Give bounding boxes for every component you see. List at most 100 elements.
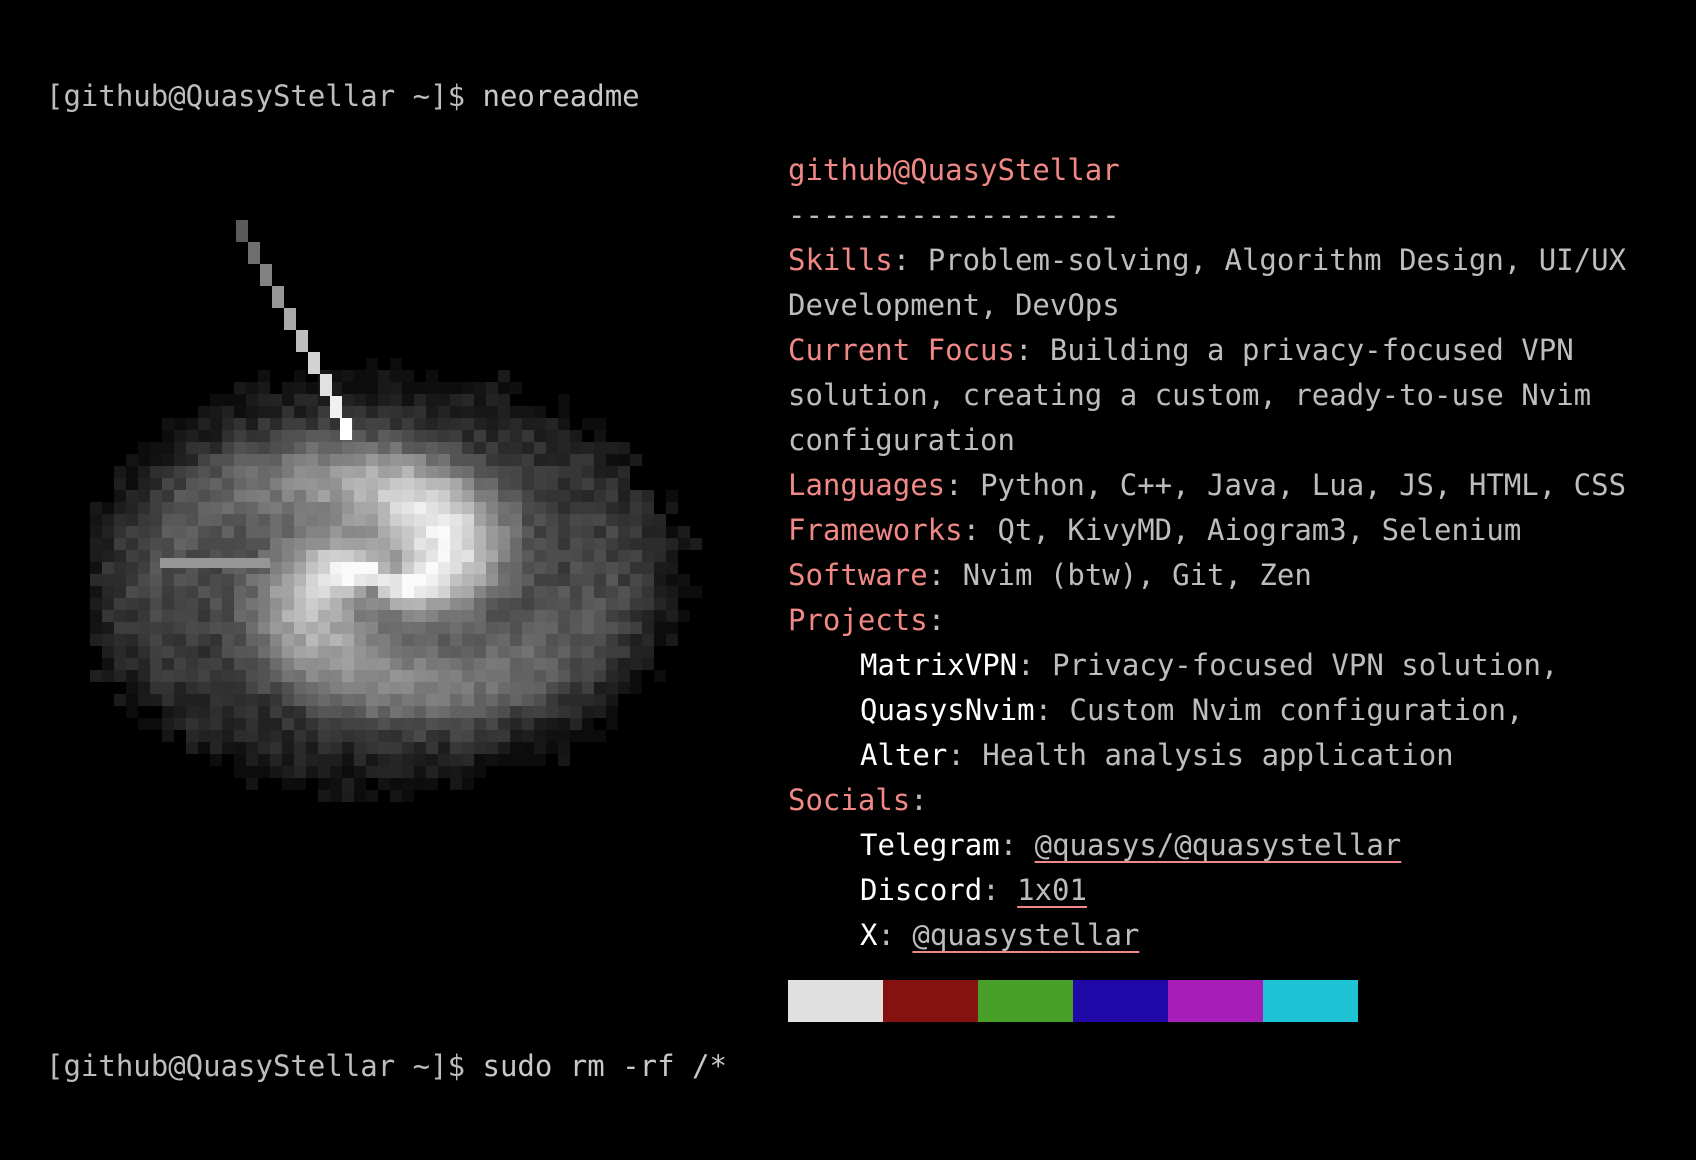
art-pixel [642, 514, 654, 526]
art-pixel [282, 538, 294, 550]
art-pixel [102, 634, 114, 646]
art-pixel [222, 538, 234, 550]
art-pixel [198, 694, 210, 706]
art-pixel [534, 586, 546, 598]
art-pixel [450, 670, 462, 682]
art-pixel [366, 610, 378, 622]
art-pixel [402, 682, 414, 694]
art-pixel [258, 370, 270, 382]
art-pixel [438, 514, 450, 526]
art-pixel [414, 502, 426, 514]
social-name: Discord [860, 873, 983, 907]
art-pixel [234, 634, 246, 646]
art-pixel [402, 754, 414, 766]
art-pixel [282, 502, 294, 514]
art-pixel [246, 478, 258, 490]
art-pixel [186, 574, 198, 586]
art-pixel [186, 718, 198, 730]
art-pixel [282, 694, 294, 706]
art-pixel [558, 694, 570, 706]
art-pixel [342, 730, 354, 742]
art-pixel [246, 394, 258, 406]
art-pixel [414, 766, 426, 778]
art-pixel [342, 466, 354, 478]
art-pixel [174, 466, 186, 478]
art-pixel [486, 394, 498, 406]
art-pixel [102, 670, 114, 682]
art-pixel [318, 622, 330, 634]
art-pixel [90, 670, 102, 682]
art-pixel [582, 598, 594, 610]
art-pixel [234, 658, 246, 670]
art-pixel [558, 550, 570, 562]
separator-line: ------------------- [788, 198, 1120, 232]
art-pixel [510, 706, 522, 718]
art-pixel [390, 394, 402, 406]
art-pixel [378, 754, 390, 766]
art-pixel [318, 778, 330, 790]
art-pixel [570, 454, 582, 466]
art-pixel [606, 502, 618, 514]
art-pixel [402, 370, 414, 382]
art-pixel [102, 586, 114, 598]
art-pixel [342, 538, 354, 550]
art-pixel [594, 694, 606, 706]
art-pixel [126, 658, 138, 670]
art-pixel [162, 454, 174, 466]
art-pixel [114, 538, 126, 550]
art-pixel [474, 742, 486, 754]
art-pixel [630, 658, 642, 670]
art-pixel [354, 706, 366, 718]
art-pixel [510, 610, 522, 622]
art-pixel [342, 370, 354, 382]
art-pixel [90, 514, 102, 526]
art-pixel [486, 634, 498, 646]
art-pixel [294, 694, 306, 706]
art-pixel [198, 682, 210, 694]
art-pixel [90, 634, 102, 646]
art-pixel [414, 490, 426, 502]
art-pixel [486, 538, 498, 550]
art-pixel [594, 706, 606, 718]
art-pixel [450, 574, 462, 586]
art-pixel [570, 466, 582, 478]
art-pixel [450, 754, 462, 766]
art-pixel [354, 418, 366, 430]
art-pixel [462, 418, 474, 430]
art-pixel [282, 526, 294, 538]
art-pixel [174, 586, 186, 598]
art-pixel [426, 538, 438, 550]
art-pixel [618, 490, 630, 502]
x-link[interactable]: @quasystellar [912, 918, 1139, 952]
art-pixel [174, 658, 186, 670]
art-pixel [222, 634, 234, 646]
art-pixel [450, 706, 462, 718]
art-pixel [546, 442, 558, 454]
art-pixel [270, 646, 282, 658]
art-pixel [414, 778, 426, 790]
art-pixel [450, 454, 462, 466]
art-pixel [306, 622, 318, 634]
art-pixel [522, 682, 534, 694]
art-pixel [342, 694, 354, 706]
art-pixel [246, 526, 258, 538]
art-pixel [258, 418, 270, 430]
art-pixel [402, 634, 414, 646]
art-pixel [654, 610, 666, 622]
art-pixel [426, 406, 438, 418]
art-pixel [462, 658, 474, 670]
art-pixel [294, 574, 306, 586]
art-pixel [486, 658, 498, 670]
art-pixel [270, 682, 282, 694]
field-skills: Skills: Problem-solving, Algorithm Desig… [788, 243, 1644, 322]
art-pixel [510, 454, 522, 466]
art-pixel [402, 670, 414, 682]
art-pixel [582, 562, 594, 574]
telegram-link[interactable]: @quasys/@quasystellar [1035, 828, 1402, 862]
discord-link[interactable]: 1x01 [1017, 873, 1087, 907]
art-pixel [282, 598, 294, 610]
field-key: Socials [788, 783, 911, 817]
art-pixel [90, 574, 102, 586]
art-pixel [630, 526, 642, 538]
art-pixel [594, 466, 606, 478]
